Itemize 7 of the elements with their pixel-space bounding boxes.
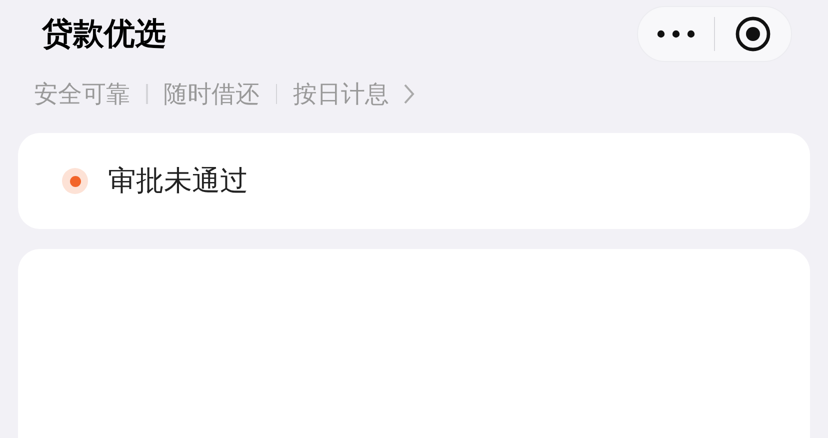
page-title: 贷款优选 xyxy=(42,18,166,50)
tagline-text: 安全可靠 xyxy=(34,79,130,110)
tagline-text: 按日计息 xyxy=(293,79,389,110)
target-icon xyxy=(735,16,771,52)
more-icon xyxy=(657,30,695,38)
status-text: 审批未通过 xyxy=(108,163,248,199)
tagline-text: 随时借还 xyxy=(164,79,260,110)
